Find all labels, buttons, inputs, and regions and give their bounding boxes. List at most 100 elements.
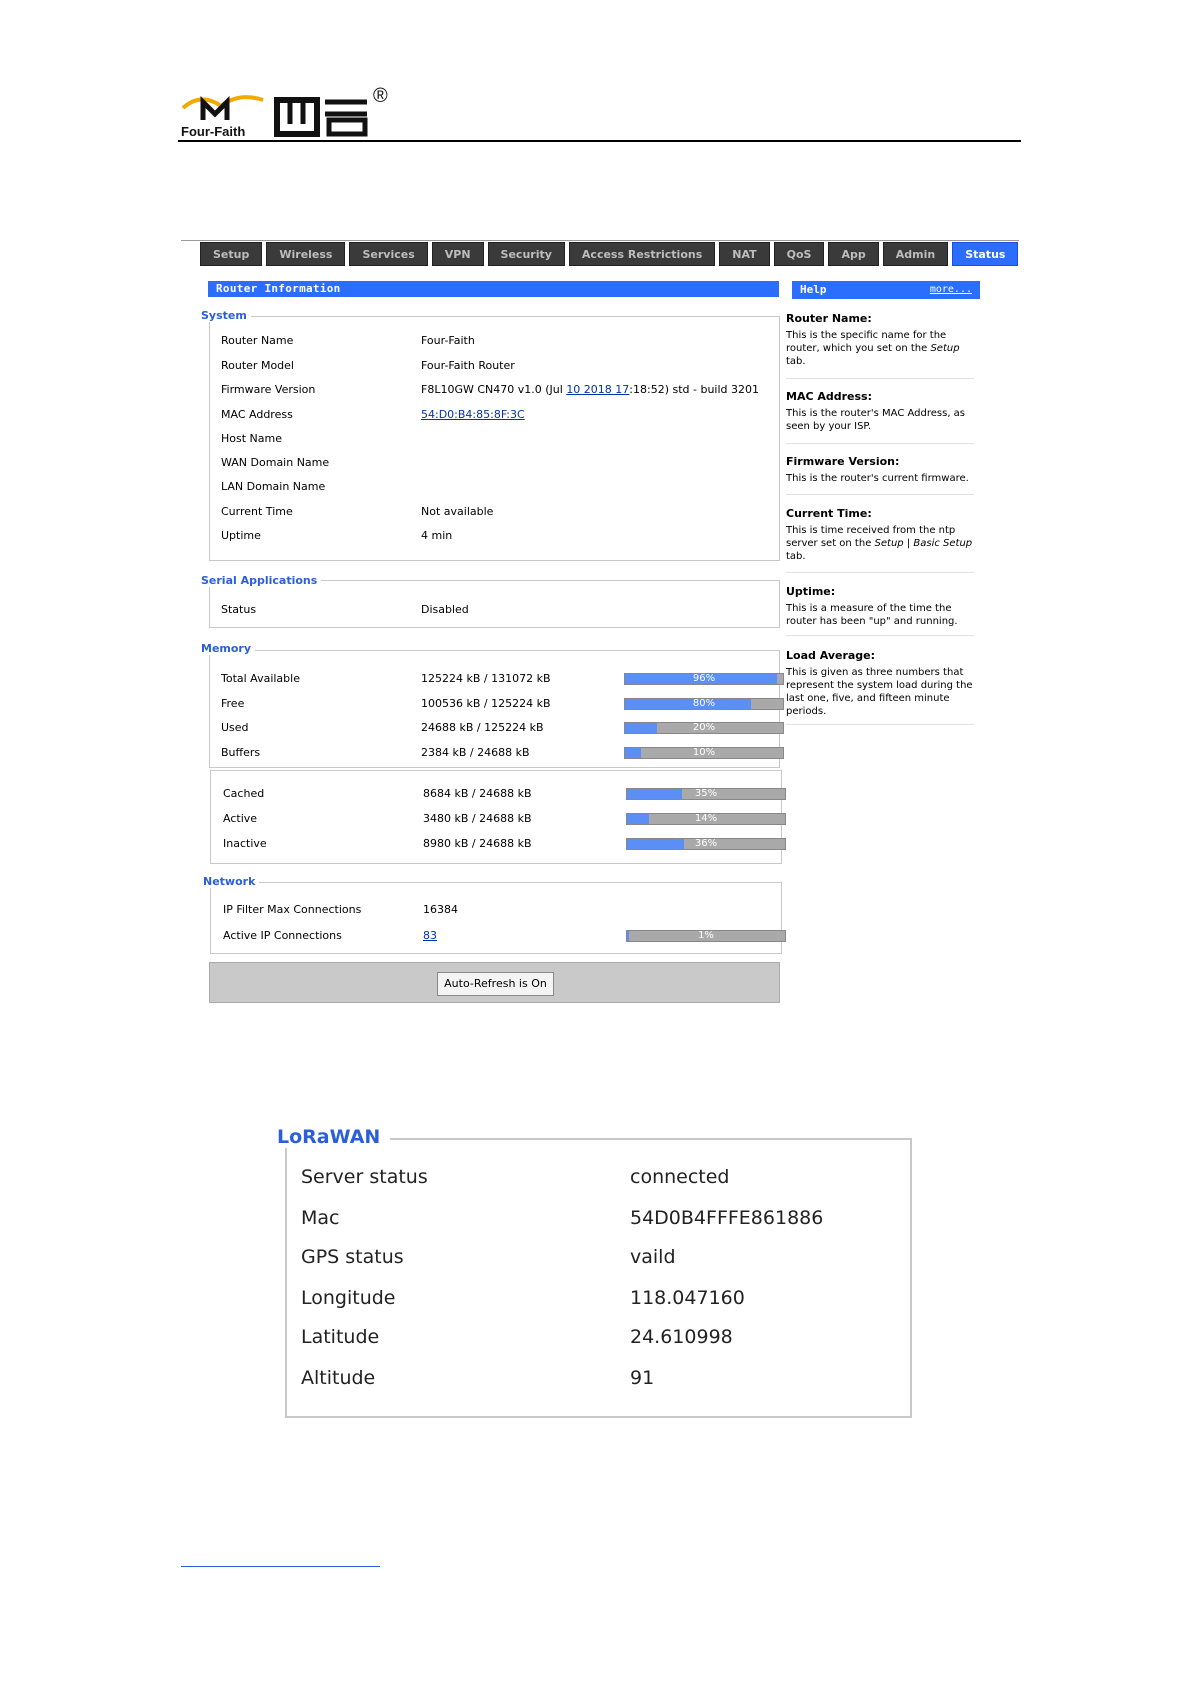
usage-percent: 80% [692, 698, 716, 709]
lorawan-label: Longitude [301, 1287, 396, 1309]
help-title: Help [800, 283, 827, 296]
row-value: 16384 [423, 903, 458, 916]
help-item-text: This is time received from the ntp serve… [786, 524, 974, 563]
tab-wireless[interactable]: Wireless [266, 242, 346, 266]
usage-bar: 35% [626, 788, 786, 800]
tab-app[interactable]: App [828, 242, 879, 266]
row-label: Active IP Connections [223, 929, 342, 942]
usage-percent: 96% [692, 673, 716, 684]
help-separator [786, 378, 974, 379]
help-item-text: This is the specific name for the router… [786, 329, 974, 368]
info-row: Current Time Not available [221, 505, 781, 521]
main-nav-tabs: Setup Wireless Services VPN Security Access R… [200, 242, 1019, 268]
row-label: WAN Domain Name [221, 456, 330, 469]
help-item-text: This is a measure of the time the router… [786, 602, 974, 628]
memory-legend: Memory [201, 642, 256, 655]
row-value: Disabled [421, 603, 469, 616]
help-item: Load Average: This is given as three numb… [786, 649, 974, 718]
help-item: Router Name: This is the specific name fo… [786, 312, 974, 368]
info-row: Router Name Four-Faith [221, 334, 781, 350]
help-separator [786, 572, 974, 573]
tab-access-restrictions[interactable]: Access Restrictions [568, 242, 716, 266]
info-row: Active 3480 kB / 24688 kB 14% [223, 812, 786, 828]
lorawan-value: 118.047160 [630, 1287, 745, 1309]
help-separator [786, 494, 974, 495]
help-separator [786, 443, 974, 444]
row-value: F8L10GW CN470 v1.0 (Jul 10 2018 17:18:52… [421, 383, 759, 396]
usage-percent: 35% [694, 788, 718, 799]
row-label: Total Available [221, 672, 300, 685]
row-value[interactable]: 83 [423, 929, 437, 942]
top-divider [181, 240, 1019, 241]
row-value: Four-Faith [421, 334, 475, 347]
help-separator [786, 635, 974, 636]
usage-bar: 36% [626, 838, 786, 850]
lorawan-value: 91 [630, 1367, 655, 1389]
auto-refresh-button[interactable]: Auto-Refresh is On [437, 972, 554, 996]
tab-security[interactable]: Security [487, 242, 565, 266]
firmware-version-suffix: :18:52) std - build 3201 [629, 383, 760, 396]
info-row: Uptime 4 min [221, 529, 781, 545]
info-row: Inactive 8980 kB / 24688 kB 36% [223, 837, 786, 853]
tab-setup[interactable]: Setup [200, 242, 263, 266]
help-item-heading: MAC Address: [786, 390, 873, 403]
lorawan-label: Mac [301, 1207, 340, 1229]
help-text-end: tab. [786, 356, 806, 367]
info-row: MAC Address 54:D0:B4:85:8F:3C [221, 408, 781, 424]
tab-services[interactable]: Services [349, 242, 428, 266]
help-item-text: This is the router's current firmware. [786, 472, 974, 485]
lorawan-label: Altitude [301, 1367, 376, 1389]
firmware-date-link[interactable]: 10 2018 17 [566, 383, 629, 396]
network-legend: Network [203, 875, 260, 888]
help-text: This is given as three numbers that repr… [786, 667, 973, 717]
info-row: WAN Domain Name [221, 456, 781, 472]
info-row: Firmware Version F8L10GW CN470 v1.0 (Jul … [221, 383, 781, 399]
help-item: Uptime: This is a measure of the time the… [786, 585, 974, 628]
row-value: Four-Faith Router [421, 359, 515, 372]
row-value[interactable]: 54:D0:B4:85:8F:3C [421, 408, 525, 421]
usage-bar: 20% [624, 722, 784, 734]
help-item-text: This is given as three numbers that repr… [786, 666, 974, 718]
help-emphasis: Setup | Basic Setup [874, 538, 973, 549]
info-row: Buffers 2384 kB / 24688 kB 10% [221, 746, 784, 762]
help-separator [786, 724, 974, 725]
row-value: 3480 kB / 24688 kB [423, 812, 532, 825]
lorawan-label: Server status [301, 1166, 428, 1188]
svg-text:®: ® [373, 85, 388, 107]
help-item-heading: Load Average: [786, 649, 876, 662]
help-text-end: tab. [786, 551, 806, 562]
row-label: Used [221, 721, 249, 734]
tab-admin[interactable]: Admin [882, 242, 949, 266]
help-item: MAC Address: This is the router's MAC Add… [786, 390, 974, 433]
row-value: Not available [421, 505, 494, 518]
row-label: Router Model [221, 359, 294, 372]
help-item-text: This is the router's MAC Address, as see… [786, 407, 974, 433]
svg-text:Four-Faith: Four-Faith [181, 124, 245, 139]
info-row: Active IP Connections 83 1% [223, 929, 786, 945]
usage-percent: 14% [694, 813, 718, 824]
four-faith-logo: Four-Faith ® [181, 84, 411, 140]
help-item-heading: Router Name: [786, 312, 872, 325]
tab-qos[interactable]: QoS [773, 242, 825, 266]
help-text: This is the router's current firmware. [786, 473, 969, 484]
help-emphasis: Setup [930, 343, 960, 354]
tab-nat[interactable]: NAT [719, 242, 770, 266]
row-label: Inactive [223, 837, 267, 850]
row-label: Free [221, 697, 245, 710]
usage-bar: 80% [624, 698, 784, 710]
row-label: Host Name [221, 432, 282, 445]
help-item-heading: Uptime: [786, 585, 836, 598]
row-value: 8684 kB / 24688 kB [423, 787, 532, 800]
help-more-link[interactable]: more... [930, 281, 972, 299]
row-value: 24688 kB / 125224 kB [421, 721, 544, 734]
info-row: LAN Domain Name [221, 480, 781, 496]
row-label: LAN Domain Name [221, 480, 326, 493]
system-legend: System [201, 309, 251, 322]
lorawan-value: 54D0B4FFFE861886 [630, 1207, 824, 1229]
row-label: Current Time [221, 505, 293, 518]
serial-legend: Serial Applications [201, 574, 322, 587]
info-row: IP Filter Max Connections 16384 [223, 903, 783, 919]
tab-status[interactable]: Status [952, 242, 1019, 266]
help-item: Firmware Version: This is the router's cu… [786, 455, 974, 485]
tab-vpn[interactable]: VPN [431, 242, 484, 266]
